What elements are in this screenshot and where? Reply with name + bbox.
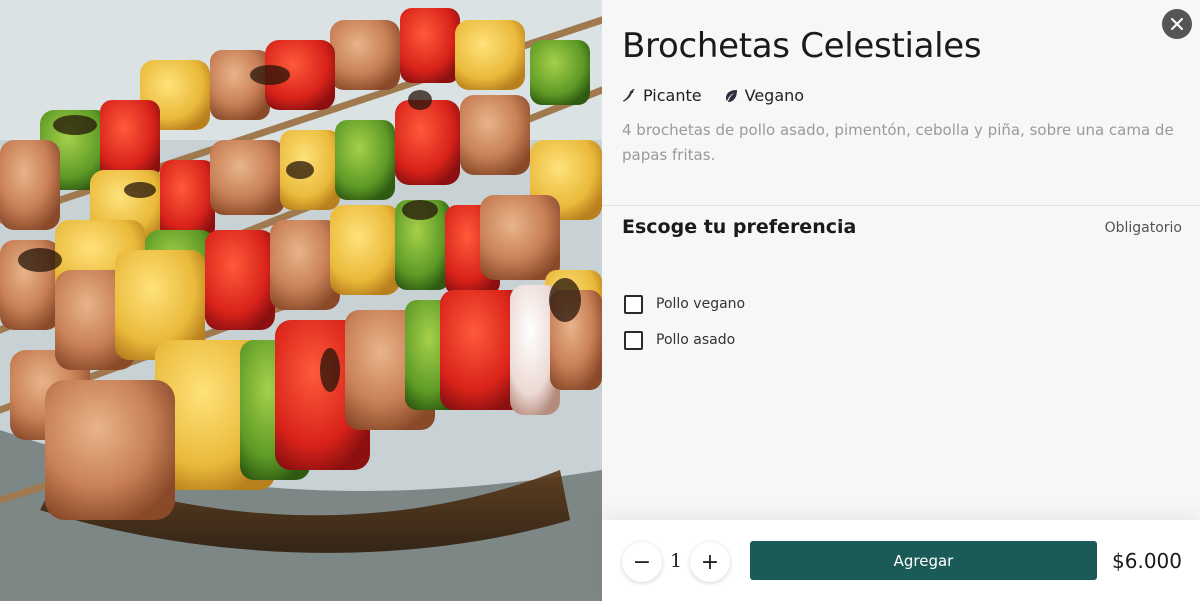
close-icon [1171,18,1183,30]
product-tags: Picante Vegano [622,86,804,105]
tag-picante: Picante [622,86,702,105]
tag-label: Vegano [744,86,805,105]
quantity-value: 1 [669,550,683,572]
order-footer: − 1 + Agregar $6.000 [602,520,1200,601]
decrease-quantity-button[interactable]: − [622,542,662,582]
plus-icon: + [700,549,720,575]
increase-quantity-button[interactable]: + [690,542,730,582]
price-label: $6.000 [1112,549,1182,573]
tag-label: Picante [643,86,702,105]
option-label: Pollo asado [656,332,736,348]
product-detail-panel: Brochetas Celestiales Picante Vegano 4 b… [602,0,1200,601]
preference-title: Escoge tu preferencia [622,216,857,238]
close-button[interactable] [1162,9,1192,39]
option-label: Pollo vegano [656,296,746,312]
leaf-icon [725,89,737,102]
option-pollo-asado[interactable]: Pollo asado [624,318,745,362]
required-badge: Obligatorio [1104,220,1182,236]
preference-options: Pollo vegano Pollo asado [624,282,745,362]
product-photo [0,0,602,601]
minus-icon: − [632,549,652,575]
tag-vegano: Vegano [724,86,804,105]
checkbox[interactable] [624,294,643,314]
chili-pepper-icon [622,88,635,101]
product-title: Brochetas Celestiales [622,26,982,66]
section-divider [602,205,1200,206]
checkbox[interactable] [624,330,643,350]
product-description: 4 brochetas de pollo asado, pimentón, ce… [622,121,1174,164]
add-to-cart-button[interactable]: Agregar [750,541,1097,580]
